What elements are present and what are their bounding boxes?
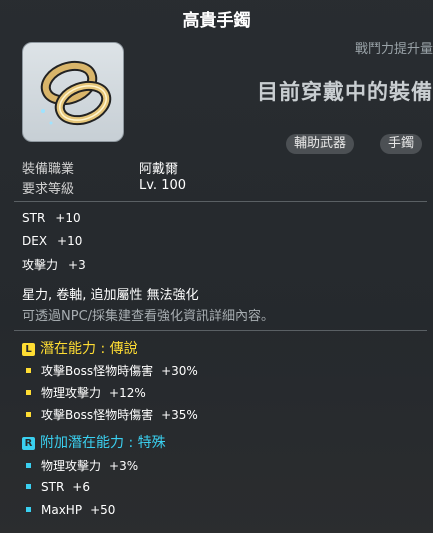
enhancement-restriction: 星力, 卷軸, 追加屬性 無法強化 [22,288,199,303]
additional-potential-value: +3% [109,459,139,473]
stat-str: STR +10 [22,211,81,225]
potential-title: 潛在能力 : 傳說 [40,341,138,357]
category-tag-bracelet: 手鐲 [380,134,423,154]
stat-name: DEX [22,234,48,248]
potential-line: 攻擊Boss怪物時傷害 +30% [26,362,198,379]
level-label: 要求等級 [22,182,75,197]
potential-value: +12% [109,386,146,400]
additional-potential-value: +6 [72,480,90,494]
cyan-bullet-icon [26,507,31,512]
ring-bracelet-icon [40,60,112,126]
potential-line: 攻擊Boss怪物時傷害 +35% [26,406,198,423]
potential-value: +30% [161,364,198,378]
legendary-badge-icon: L [22,343,35,356]
additional-potential-text: STR [41,480,65,494]
additional-potential-line: 物理攻擊力 +3% [26,457,138,474]
potential-header: L 潛在能力 : 傳說 [22,338,138,358]
additional-potential-value: +50 [90,503,116,517]
category-tag-secondary: 輔助武器 [286,134,355,154]
potential-text: 攻擊Boss怪物時傷害 [41,408,154,422]
potential-text: 物理攻擊力 [41,386,102,400]
stat-name: STR [22,211,46,225]
cyan-bullet-icon [26,484,31,489]
job-requirement: 裝備職業 阿戴爾 [22,158,178,177]
gold-bullet-icon [26,390,31,395]
additional-potential-line: STR +6 [26,480,90,494]
stat-name: 攻擊力 [22,258,59,272]
item-icon-frame [22,42,124,142]
stat-attack: 攻擊力 +3 [22,256,86,273]
divider [14,201,427,202]
cyan-bullet-icon [26,463,31,468]
potential-text: 攻擊Boss怪物時傷害 [41,364,154,378]
item-name: 高貴手鐲 [182,11,251,31]
additional-potential-header: R 附加潛在能力 : 特殊 [22,432,166,452]
divider [14,330,427,331]
potential-line: 物理攻擊力 +12% [26,384,146,401]
job-value: 阿戴爾 [139,162,179,177]
combat-power-label: 戰鬥力提升量 [354,42,433,57]
job-label: 裝備職業 [22,162,75,177]
rare-badge-icon: R [22,437,35,450]
equipped-label: 目前穿戴中的裝備 [257,80,433,104]
stat-value: +3 [68,258,86,272]
level-value: Lv. 100 [139,178,187,193]
enhancement-hint: 可透過NPC/採集建查看強化資訊詳細內容。 [22,309,275,324]
gold-bullet-icon [26,412,31,417]
gold-bullet-icon [26,368,31,373]
stat-dex: DEX +10 [22,234,82,248]
additional-potential-text: 物理攻擊力 [41,459,102,473]
potential-value: +35% [161,408,198,422]
stat-value: +10 [57,234,83,248]
stat-value: +10 [55,211,81,225]
additional-potential-text: MaxHP [41,503,83,517]
item-tooltip: 高貴手鐲 戰鬥力提升量 目前穿戴中的裝備 輔助武器 手鐲 裝備職業 阿戴爾 要求… [0,0,433,533]
additional-potential-title: 附加潛在能力 : 特殊 [40,435,166,451]
level-requirement: 要求等級 Lv. 100 [22,178,186,197]
additional-potential-line: MaxHP +50 [26,503,115,517]
